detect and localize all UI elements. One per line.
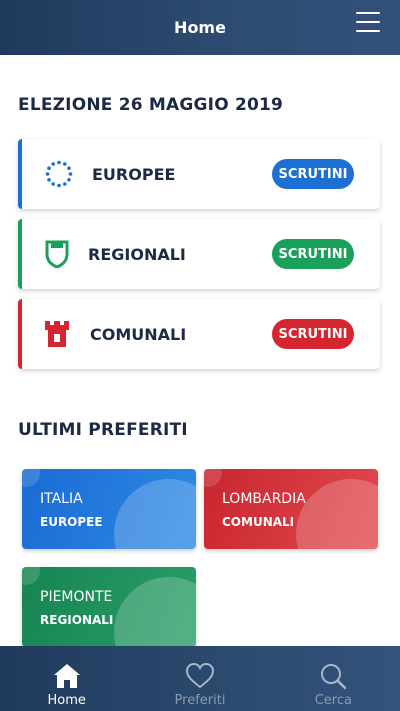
nav-label-preferiti: Preferiti — [174, 693, 226, 708]
election-label-regionali: REGIONALI — [88, 244, 186, 264]
nav-home[interactable]: Home — [0, 646, 133, 711]
election-card-regionali[interactable]: REGIONALI SCRUTINI — [18, 219, 380, 289]
card-accent-stripe — [18, 299, 22, 369]
nav-label-home: Home — [47, 693, 86, 708]
hamburger-menu-icon[interactable] — [356, 12, 380, 32]
favorite-region: LOMBARDIA — [222, 491, 306, 507]
scrutini-button-europee[interactable]: SCRUTINI — [272, 159, 354, 189]
top-bar: Home — [0, 0, 400, 55]
favorite-election-type: COMUNALI — [222, 515, 295, 529]
scrutini-button-regionali[interactable]: SCRUTINI — [272, 239, 354, 269]
city-tower-icon — [42, 319, 72, 349]
nav-label-cerca: Cerca — [314, 693, 352, 708]
card-accent-stripe — [18, 139, 22, 209]
favorite-card-lombardia[interactable]: LOMBARDIA COMUNALI — [204, 469, 378, 549]
search-icon — [321, 664, 347, 690]
bottom-navigation: Home Preferiti Cerca — [0, 646, 400, 711]
nav-cerca[interactable]: Cerca — [267, 646, 400, 711]
favorites-section-title: ULTIMI PREFERITI — [18, 420, 188, 440]
election-card-comunali[interactable]: COMUNALI SCRUTINI — [18, 299, 380, 369]
page-title: Home — [174, 18, 226, 37]
favorite-election-type: REGIONALI — [40, 613, 114, 627]
home-icon — [53, 664, 80, 688]
election-section-title: ELEZIONE 26 MAGGIO 2019 — [18, 95, 284, 115]
favorite-region: PIEMONTE — [40, 589, 113, 605]
favorite-card-italia[interactable]: ITALIA EUROPEE — [22, 469, 196, 549]
election-label-comunali: COMUNALI — [90, 324, 187, 344]
favorite-region: ITALIA — [40, 491, 83, 507]
region-shield-icon — [42, 239, 72, 269]
eu-stars-icon — [44, 159, 74, 189]
favorite-card-piemonte[interactable]: PIEMONTE REGIONALI — [22, 567, 196, 647]
scrutini-button-comunali[interactable]: SCRUTINI — [272, 319, 354, 349]
heart-icon — [185, 662, 214, 689]
election-card-europee[interactable]: EUROPEE SCRUTINI — [18, 139, 380, 209]
card-accent-stripe — [18, 219, 22, 289]
election-label-europee: EUROPEE — [92, 164, 176, 184]
favorite-election-type: EUROPEE — [40, 515, 103, 529]
nav-preferiti[interactable]: Preferiti — [133, 646, 266, 711]
